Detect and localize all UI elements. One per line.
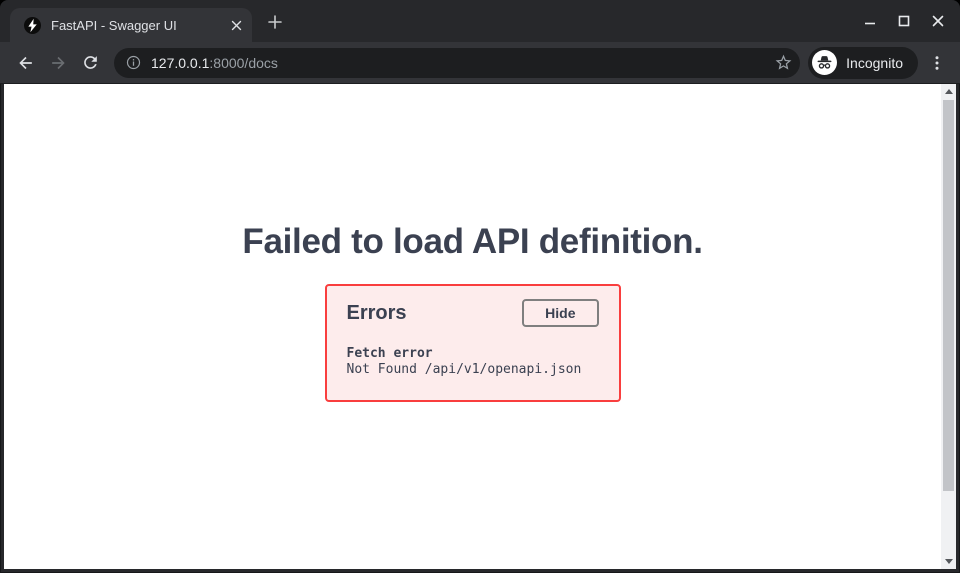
- tab-close-icon[interactable]: [226, 15, 246, 35]
- scrollbar-thumb[interactable]: [943, 100, 954, 491]
- tab-title: FastAPI - Swagger UI: [51, 18, 226, 33]
- errors-title: Errors: [347, 302, 407, 325]
- back-icon[interactable]: [10, 47, 42, 79]
- incognito-icon: [812, 50, 837, 75]
- error-message: Not Found /api/v1/openapi.json: [347, 362, 599, 378]
- reload-icon[interactable]: [74, 47, 106, 79]
- swagger-ui-page: Failed to load API definition. Errors Hi…: [4, 84, 956, 569]
- browser-toolbar: 127.0.0.1:8000/docs Incognito: [0, 42, 960, 84]
- error-list-item: Fetch error Not Found /api/v1/openapi.js…: [347, 346, 599, 378]
- url-host: 127.0.0.1: [151, 55, 209, 71]
- page-viewport: Failed to load API definition. Errors Hi…: [4, 84, 956, 569]
- incognito-label: Incognito: [846, 55, 903, 71]
- forward-icon[interactable]: [42, 47, 74, 79]
- url-text: 127.0.0.1:8000/docs: [151, 55, 770, 71]
- hide-errors-button[interactable]: Hide: [522, 299, 598, 327]
- vertical-scrollbar[interactable]: [941, 84, 956, 569]
- fastapi-favicon-icon: [24, 17, 41, 34]
- new-tab-button[interactable]: [260, 7, 290, 37]
- error-type: Fetch error: [347, 346, 599, 362]
- kebab-menu-icon[interactable]: [922, 43, 952, 83]
- incognito-badge: Incognito: [808, 47, 918, 79]
- url-omnibox[interactable]: 127.0.0.1:8000/docs: [114, 48, 800, 78]
- errors-header: Errors Hide: [347, 299, 599, 327]
- scroll-down-icon[interactable]: [941, 554, 956, 569]
- maximize-icon[interactable]: [890, 7, 918, 35]
- site-info-icon[interactable]: [125, 54, 142, 71]
- tab-fastapi-swagger[interactable]: FastAPI - Swagger UI: [10, 8, 252, 42]
- page-title: Failed to load API definition.: [29, 222, 916, 262]
- url-path: :8000/docs: [209, 55, 278, 71]
- close-icon[interactable]: [924, 7, 952, 35]
- browser-window: FastAPI - Swagger UI: [0, 0, 960, 573]
- bookmark-star-icon[interactable]: [770, 50, 796, 76]
- errors-panel: Errors Hide Fetch error Not Found /api/v…: [325, 284, 621, 402]
- scroll-up-icon[interactable]: [941, 84, 956, 99]
- window-controls: [856, 0, 952, 42]
- minimize-icon[interactable]: [856, 7, 884, 35]
- tab-strip: FastAPI - Swagger UI: [0, 0, 960, 42]
